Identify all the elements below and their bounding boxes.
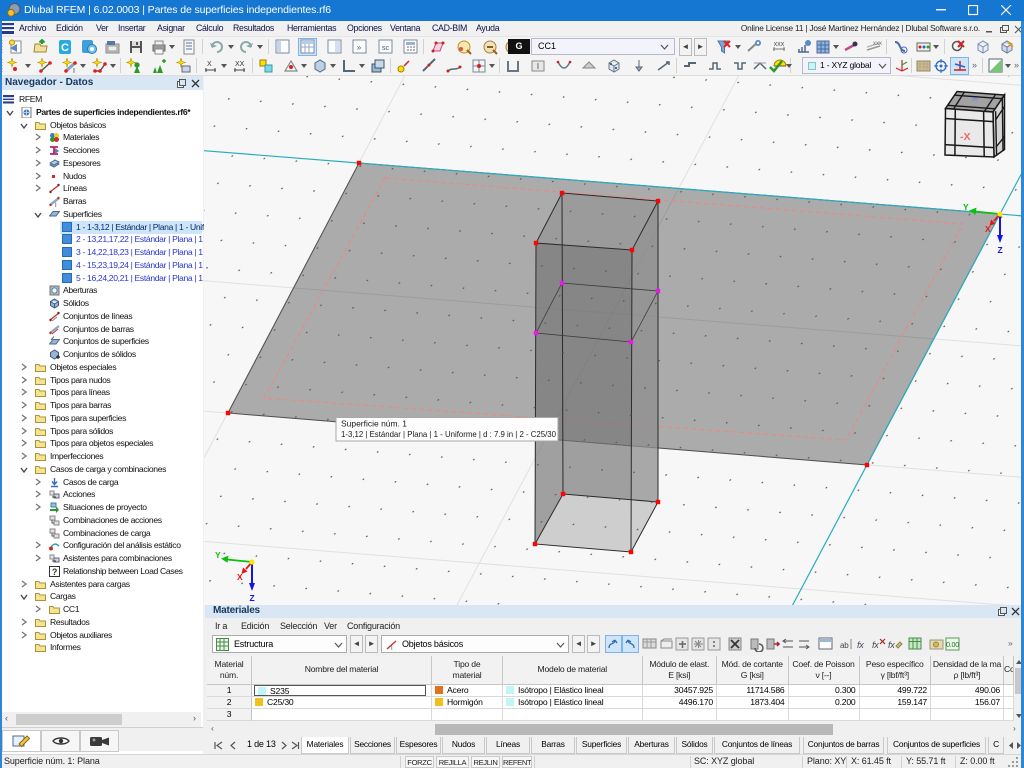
svg-text:-X: -X	[960, 131, 971, 143]
svg-text:Z: Z	[998, 245, 1003, 255]
svg-text:C: C	[61, 42, 69, 54]
svg-text:I: I	[391, 646, 393, 651]
svg-text:sc: sc	[382, 45, 390, 52]
svg-text:Y: Y	[963, 202, 969, 212]
svg-text:X: X	[237, 572, 243, 582]
svg-text:I: I	[537, 62, 539, 71]
svg-text:fx: fx	[888, 640, 895, 650]
svg-text:1-3,12 | Estándar | Plana | 1: 1-3,12 | Estándar | Plana | 1 - Uniforme…	[341, 429, 556, 439]
svg-text:fx: fx	[857, 640, 864, 650]
svg-text:»: »	[357, 43, 362, 52]
svg-text:X: X	[985, 224, 991, 234]
svg-text:I: I	[73, 68, 75, 74]
svg-text:?: ?	[52, 567, 57, 577]
svg-text:xxx: xxx	[873, 41, 882, 47]
svg-text:Superficie núm. 1: Superficie núm. 1	[341, 419, 407, 429]
svg-text:I: I	[55, 203, 57, 207]
svg-text:Y: Y	[215, 550, 221, 560]
svg-text:0.00: 0.00	[946, 642, 959, 649]
svg-text:XX: XX	[235, 61, 245, 68]
svg-text:fx: fx	[872, 640, 879, 650]
svg-text:Z: Z	[250, 593, 255, 603]
svg-text:ab: ab	[840, 641, 849, 650]
svg-text:xxx: xxx	[774, 41, 785, 48]
svg-text:X: X	[207, 61, 212, 68]
